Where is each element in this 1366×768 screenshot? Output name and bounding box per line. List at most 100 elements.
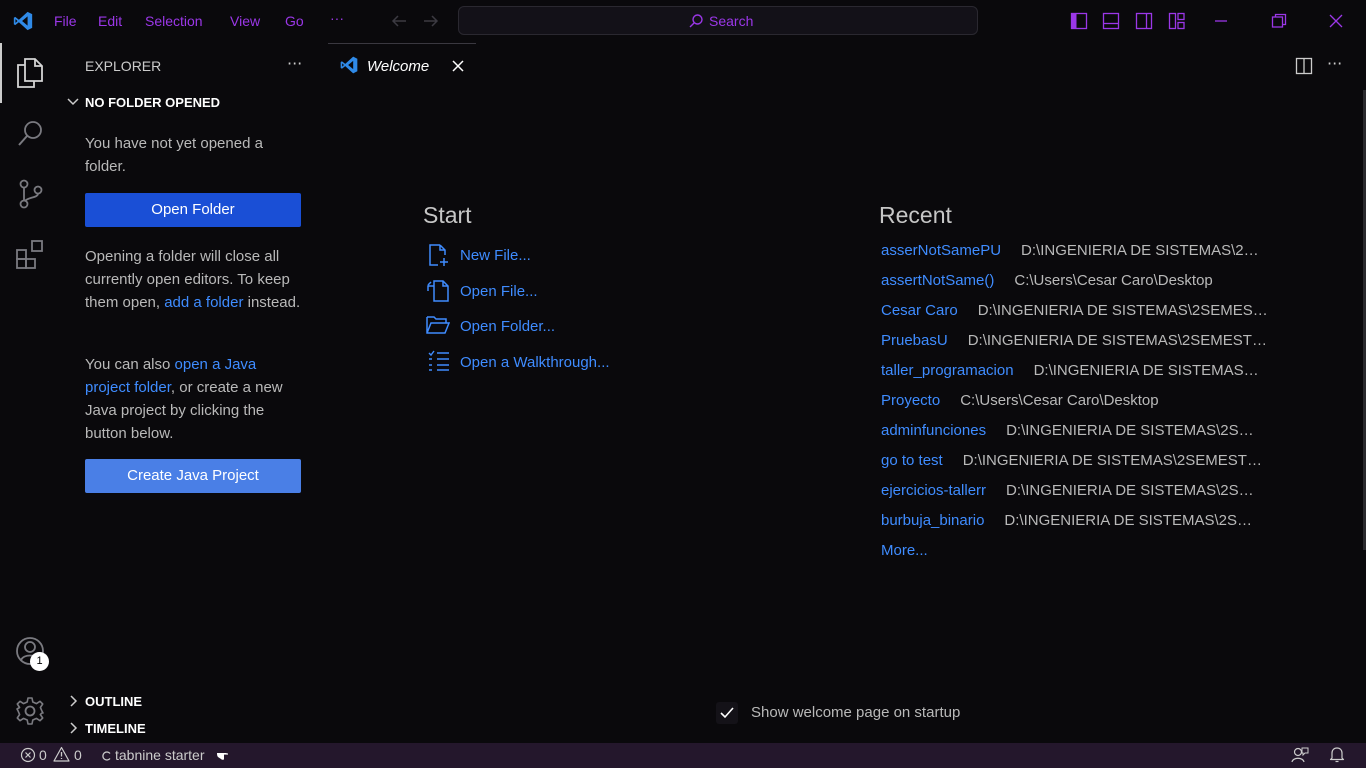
recent-item-path: D:\INGENIERIA DE SISTEMAS\... [1033,362,1260,379]
recent-item: Proyecto C:\Users\Cesar Caro\Desktop [881,392,1281,422]
close-window-icon[interactable] [1327,12,1345,30]
toggle-primary-sidebar-icon[interactable] [1070,12,1088,30]
explorer-files-icon[interactable] [15,57,45,89]
recent-item: adminfunciones D:\INGENIERIA DE SISTEMAS… [881,422,1281,452]
command-center-search[interactable]: Search [458,6,978,35]
recent-item-name[interactable]: PruebasU [881,332,948,362]
open-folder-link[interactable]: Open Folder... [460,318,555,335]
open-file-link[interactable]: Open File... [460,283,538,300]
recent-item-path: D:\INGENIERIA DE SISTEMAS\2SEMESTR... [967,332,1268,349]
error-count[interactable]: 0 [39,747,47,763]
recent-item-path: D:\INGENIERIA DE SISTEMAS\2SE... [1004,512,1259,529]
menu-more[interactable]: ··· [330,10,344,26]
no-folder-section-header[interactable]: NO FOLDER OPENED [85,95,220,110]
recent-item: taller_programacion D:\INGENIERIA DE SIS… [881,362,1281,392]
vscode-tab-icon [339,55,359,75]
close-tab-icon[interactable] [451,59,465,73]
more-recent-link[interactable]: More... [881,542,928,559]
open-folder-hint: Opening a folder will close all currentl… [85,245,305,314]
new-file-link[interactable]: New File... [460,247,531,264]
activity-active-indicator [0,43,2,103]
checkmark-icon [719,705,735,721]
recent-item: PruebasU D:\INGENIERIA DE SISTEMAS\2SEME… [881,332,1281,362]
manage-gear-icon[interactable] [15,696,45,726]
explorer-more-actions[interactable]: ··· [287,54,302,73]
open-folder-button[interactable]: Open Folder [85,193,301,227]
chevron-right-icon[interactable] [66,721,80,735]
recent-item: ejercicios-tallerr D:\INGENIERIA DE SIST… [881,482,1281,512]
toggle-secondary-sidebar-icon[interactable] [1135,12,1153,30]
recent-item-path: D:\INGENIERIA DE SISTEMAS\2SE... [1021,242,1268,259]
open-walkthrough-link[interactable]: Open a Walkthrough... [460,354,610,371]
recent-item: assertNotSame() C:\Users\Cesar Caro\Desk… [881,272,1281,302]
menu-view[interactable]: View [230,13,260,29]
recent-item: asserNotSamePU D:\INGENIERIA DE SISTEMAS… [881,242,1281,272]
recent-item-path: D:\INGENIERIA DE SISTEMAS\2SE... [1006,422,1259,439]
hand-pointer-icon[interactable] [216,749,232,761]
notifications-bell-icon[interactable] [1329,746,1345,763]
error-icon[interactable] [20,747,36,763]
outline-section-header[interactable]: OUTLINE [85,694,142,709]
recent-item-name[interactable]: assertNotSame() [881,272,994,302]
explorer-title: EXPLORER [85,58,162,74]
search-icon [688,13,704,29]
recent-item-name[interactable]: Cesar Caro [881,302,958,332]
recent-item-name[interactable]: ejercicios-tallerr [881,482,986,512]
show-on-startup-checkbox[interactable] [716,702,738,724]
extensions-icon[interactable] [15,238,47,270]
no-folder-message: You have not yet opened a folder. [85,135,263,175]
split-editor-icon[interactable] [1295,57,1313,75]
new-file-icon [426,243,450,267]
tab-label: Welcome [367,58,430,75]
timeline-section-header[interactable]: TIMELINE [85,721,146,736]
editor-more-actions[interactable]: ··· [1327,54,1342,73]
open-folder-icon [426,314,450,336]
tabnine-status[interactable]: tabnine starter [115,747,205,763]
recent-item-path: C:\Users\Cesar Caro\Desktop [960,392,1159,409]
restore-window-icon[interactable] [1270,12,1288,30]
search-view-icon[interactable] [16,118,46,148]
walkthrough-list-icon [427,350,451,372]
forward-arrow-icon[interactable] [422,13,440,29]
start-heading: Start [423,202,472,228]
recent-heading: Recent [879,202,952,228]
accounts-badge: 1 [30,652,49,671]
recent-item: Cesar Caro D:\INGENIERIA DE SISTEMAS\2SE… [881,302,1281,332]
menu-file[interactable]: File [54,13,77,29]
recent-item-name[interactable]: Proyecto [881,392,940,422]
warning-icon[interactable] [53,746,70,763]
recent-item-path: D:\INGENIERIA DE SISTEMAS\2SEMESTR... [962,452,1263,469]
customize-layout-icon[interactable] [1168,12,1186,30]
source-control-icon[interactable] [16,178,46,210]
recent-item-name[interactable]: go to test [881,452,943,482]
open-folder-hint-end: instead. [243,294,301,311]
menu-selection[interactable]: Selection [145,13,203,29]
create-java-project-button[interactable]: Create Java Project [85,459,301,493]
back-arrow-icon[interactable] [390,13,408,29]
recent-item-name[interactable]: taller_programacion [881,362,1014,392]
recent-item: go to test D:\INGENIERIA DE SISTEMAS\2SE… [881,452,1281,482]
menu-go[interactable]: Go [285,13,304,29]
recent-item-name[interactable]: adminfunciones [881,422,986,452]
recent-item-path: C:\Users\Cesar Caro\Desktop [1014,272,1213,289]
chevron-down-icon[interactable] [66,95,80,109]
recent-item-name[interactable]: burbuja_binario [881,512,984,542]
search-label: Search [709,13,754,29]
recent-item-path: D:\INGENIERIA DE SISTEMAS\2SEMEST... [977,302,1270,319]
java-hint-text: You can also [85,356,175,373]
warning-count[interactable]: 0 [74,747,82,763]
editor-tab-bar [328,43,1366,89]
tab-welcome[interactable]: Welcome [328,43,476,89]
recent-item-name[interactable]: asserNotSamePU [881,242,1001,272]
chevron-right-icon[interactable] [66,694,80,708]
minimize-icon[interactable] [1212,12,1230,30]
vscode-logo-icon [12,10,34,32]
recent-item: burbuja_binario D:\INGENIERIA DE SISTEMA… [881,512,1281,542]
show-on-startup-label[interactable]: Show welcome page on startup [751,704,960,721]
feedback-person-icon[interactable] [1291,746,1309,764]
toggle-panel-icon[interactable] [1102,12,1120,30]
tabnine-icon[interactable] [102,751,112,761]
open-file-icon [426,279,450,303]
add-folder-link[interactable]: add a folder [164,294,243,311]
menu-edit[interactable]: Edit [98,13,122,29]
